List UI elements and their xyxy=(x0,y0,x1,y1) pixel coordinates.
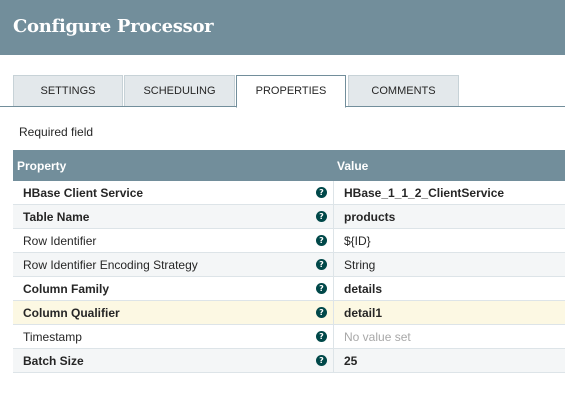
column-divider xyxy=(333,253,334,276)
question-circle-icon[interactable]: ? xyxy=(316,307,327,318)
property-value[interactable]: detail1 xyxy=(344,306,382,320)
tab-settings[interactable]: SETTINGS xyxy=(13,75,123,106)
column-divider xyxy=(333,349,334,372)
column-header-property[interactable]: Property xyxy=(17,159,66,173)
dialog-header: Configure Processor xyxy=(0,0,565,55)
table-row[interactable]: HBase Client Service ? HBase_1_1_2_Clien… xyxy=(13,181,565,205)
column-divider xyxy=(333,325,334,348)
table-row-selected[interactable]: Column Qualifier ? detail1 xyxy=(13,301,565,325)
tab-comments[interactable]: COMMENTS xyxy=(348,75,459,106)
properties-table: Property Value HBase Client Service ? HB… xyxy=(13,150,565,373)
column-divider xyxy=(333,301,334,324)
property-value[interactable]: HBase_1_1_2_ClientService xyxy=(344,186,504,200)
tab-bar: SETTINGS SCHEDULING PROPERTIES COMMENTS xyxy=(13,75,565,108)
column-divider xyxy=(333,205,334,228)
property-value[interactable]: String xyxy=(344,258,375,272)
tab-properties[interactable]: PROPERTIES xyxy=(236,75,346,108)
property-value[interactable]: products xyxy=(344,210,395,224)
property-name: Table Name xyxy=(23,210,90,224)
property-value[interactable]: details xyxy=(344,282,382,296)
question-circle-icon[interactable]: ? xyxy=(316,235,327,246)
property-value[interactable]: No value set xyxy=(344,330,411,344)
property-name: Row Identifier xyxy=(23,234,97,248)
column-divider xyxy=(333,229,334,252)
table-row[interactable]: Timestamp ? No value set xyxy=(13,325,565,349)
question-circle-icon[interactable]: ? xyxy=(316,331,327,342)
property-name: Column Qualifier xyxy=(23,306,120,320)
property-name: Column Family xyxy=(23,282,110,296)
required-field-label: Required field xyxy=(19,125,94,139)
question-circle-icon[interactable]: ? xyxy=(316,283,327,294)
dialog-title: Configure Processor xyxy=(13,16,214,37)
property-name: Timestamp xyxy=(23,330,82,344)
table-header: Property Value xyxy=(13,150,565,181)
table-row[interactable]: Column Family ? details xyxy=(13,277,565,301)
table-row[interactable]: Batch Size ? 25 xyxy=(13,349,565,373)
property-value[interactable]: 25 xyxy=(344,354,357,368)
question-circle-icon[interactable]: ? xyxy=(316,211,327,222)
column-header-value[interactable]: Value xyxy=(337,159,368,173)
property-value[interactable]: ${ID} xyxy=(344,234,371,248)
question-circle-icon[interactable]: ? xyxy=(316,187,327,198)
table-row[interactable]: Row Identifier Encoding Strategy ? Strin… xyxy=(13,253,565,277)
table-row[interactable]: Row Identifier ? ${ID} xyxy=(13,229,565,253)
column-divider xyxy=(333,277,334,300)
property-name: Row Identifier Encoding Strategy xyxy=(23,258,198,272)
tab-scheduling[interactable]: SCHEDULING xyxy=(124,75,235,106)
property-name: HBase Client Service xyxy=(23,186,144,200)
question-circle-icon[interactable]: ? xyxy=(316,259,327,270)
property-name: Batch Size xyxy=(23,354,84,368)
table-row[interactable]: Table Name ? products xyxy=(13,205,565,229)
question-circle-icon[interactable]: ? xyxy=(316,355,327,366)
column-divider xyxy=(333,181,334,204)
